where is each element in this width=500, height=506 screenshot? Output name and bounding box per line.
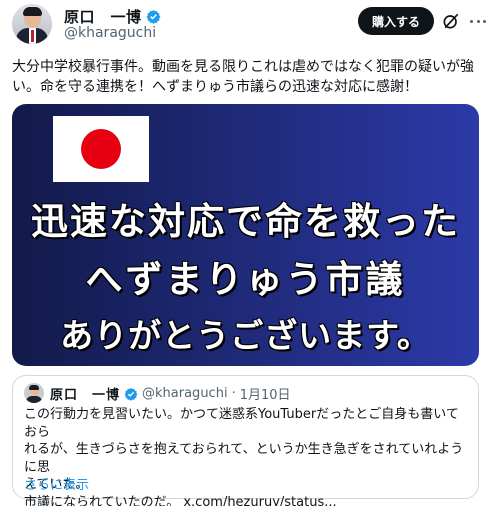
show-more-link[interactable]: さらに表示 — [24, 474, 89, 493]
image-text-line-1: 迅速な対応で命を救った — [31, 200, 460, 243]
post-header: 原口 一博 @kharaguchi 購入する — [0, 0, 500, 46]
quoted-author-name: 原口 一博 — [50, 388, 121, 403]
quoted-post-date[interactable]: 1月10日 — [240, 384, 291, 403]
buy-button[interactable]: 購入する — [358, 7, 434, 35]
quoted-post-header: 原口 一博 @kharaguchi · 1月10日 — [50, 384, 291, 403]
post-text: 大分中学校暴行事件。動画を見る限りこれは虐めではなく犯罪の疑いが強い。命を守る連… — [12, 59, 474, 95]
japan-flag-icon — [53, 116, 149, 182]
separator-dot: · — [231, 386, 236, 401]
verified-badge-icon — [146, 9, 160, 24]
quoted-text-line: れるが、生きづらさを抱えておられて、というか生き急ぎをされていれように思 — [24, 442, 464, 475]
more-options-icon[interactable] — [467, 12, 489, 30]
image-text-line-2: へずまりゅう市議 — [85, 258, 406, 301]
post-image[interactable]: 迅速な対応で命を救った へずまりゅう市議 ありがとうございます。 — [12, 104, 479, 366]
quoted-author-handle: @kharaguchi — [142, 386, 228, 401]
author-name-row[interactable]: 原口 一博 — [64, 6, 161, 27]
grok-icon[interactable] — [441, 11, 461, 31]
quoted-text-line: この行動力を見習いたい。かつて迷惑系YouTuberだったとご自身も書いておら — [24, 407, 459, 440]
author-name[interactable]: 原口 一博 — [64, 6, 142, 27]
author-handle[interactable]: @kharaguchi — [64, 25, 156, 41]
verified-badge-icon — [124, 387, 138, 401]
quoted-author-avatar — [24, 383, 44, 403]
image-text-line-3: ありがとうございます。 — [60, 316, 431, 355]
quoted-post-text: この行動力を見習いたい。かつて迷惑系YouTuberだったとご自身も書いておら … — [24, 406, 470, 506]
quoted-text-line: 市議になられていたのだ。 x.com/hezuruy/status... — [24, 494, 337, 506]
quoted-post[interactable]: 原口 一博 @kharaguchi · 1月10日 この行動力を見習いたい。かつ… — [12, 375, 479, 506]
quoted-text-line: えていた。 — [24, 477, 89, 492]
author-avatar[interactable] — [12, 4, 52, 44]
